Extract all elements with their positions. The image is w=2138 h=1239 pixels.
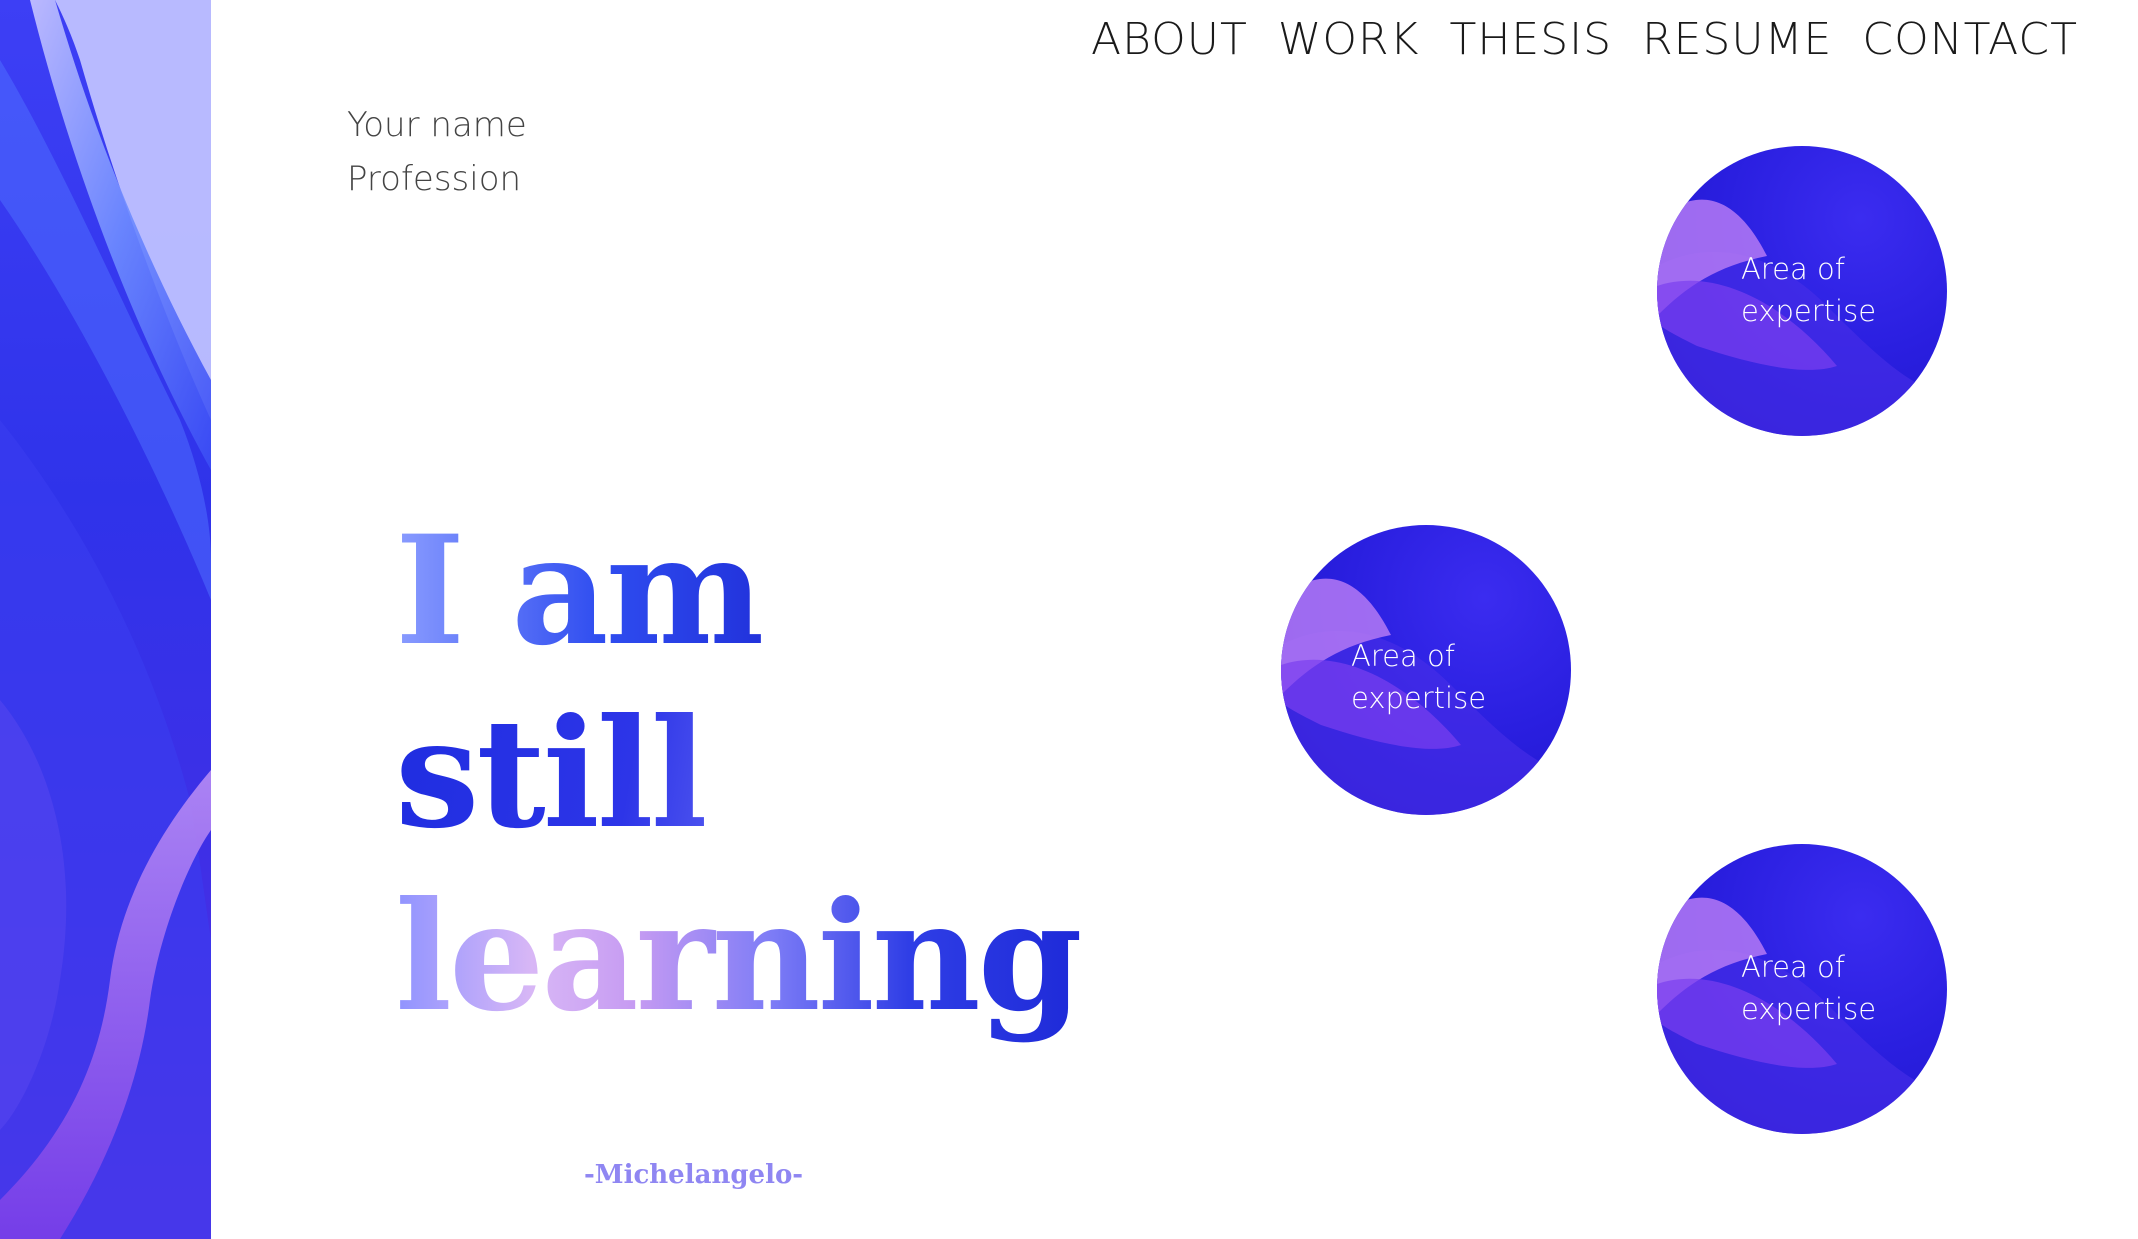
expertise-circle-3[interactable]: Area of expertise xyxy=(1657,844,1947,1134)
expertise-label-line-2: expertise xyxy=(1351,681,1487,715)
expertise-label: Area of expertise xyxy=(1741,946,1911,1030)
expertise-label-line-1: Area of xyxy=(1741,950,1845,984)
expertise-label-line-2: expertise xyxy=(1741,294,1877,328)
expertise-label-line-1: Area of xyxy=(1351,639,1455,673)
expertise-circle-2[interactable]: Area of expertise xyxy=(1281,525,1571,815)
nav-item-about[interactable]: ABOUT xyxy=(1091,14,1248,65)
nav-item-contact[interactable]: CONTACT xyxy=(1862,14,2078,65)
decorative-side-panel xyxy=(0,0,211,1239)
person-profession: Profession xyxy=(347,159,522,199)
abstract-wave-graphic xyxy=(0,0,211,1239)
headline-line-2: still xyxy=(395,683,1080,866)
expertise-circle-1[interactable]: Area of expertise xyxy=(1657,146,1947,436)
nav-item-work[interactable]: WORK xyxy=(1278,14,1420,65)
headline-quote: I am still learning xyxy=(395,500,1083,1049)
expertise-label-line-1: Area of xyxy=(1741,252,1845,286)
headline-line-3: learning xyxy=(395,866,1083,1049)
person-name: Your name xyxy=(347,105,527,145)
identity-block: Your name Profession xyxy=(347,98,527,206)
quote-author: -Michelangelo- xyxy=(584,1160,804,1190)
nav-item-resume[interactable]: RESUME xyxy=(1642,14,1832,65)
expertise-label: Area of expertise xyxy=(1351,635,1521,719)
nav-item-thesis[interactable]: THESIS xyxy=(1449,14,1612,65)
headline-line-1: I am xyxy=(395,500,1080,683)
top-navigation: ABOUT WORK THESIS RESUME CONTACT xyxy=(1091,14,2078,65)
expertise-label-line-2: expertise xyxy=(1741,992,1877,1026)
expertise-label: Area of expertise xyxy=(1741,248,1911,332)
